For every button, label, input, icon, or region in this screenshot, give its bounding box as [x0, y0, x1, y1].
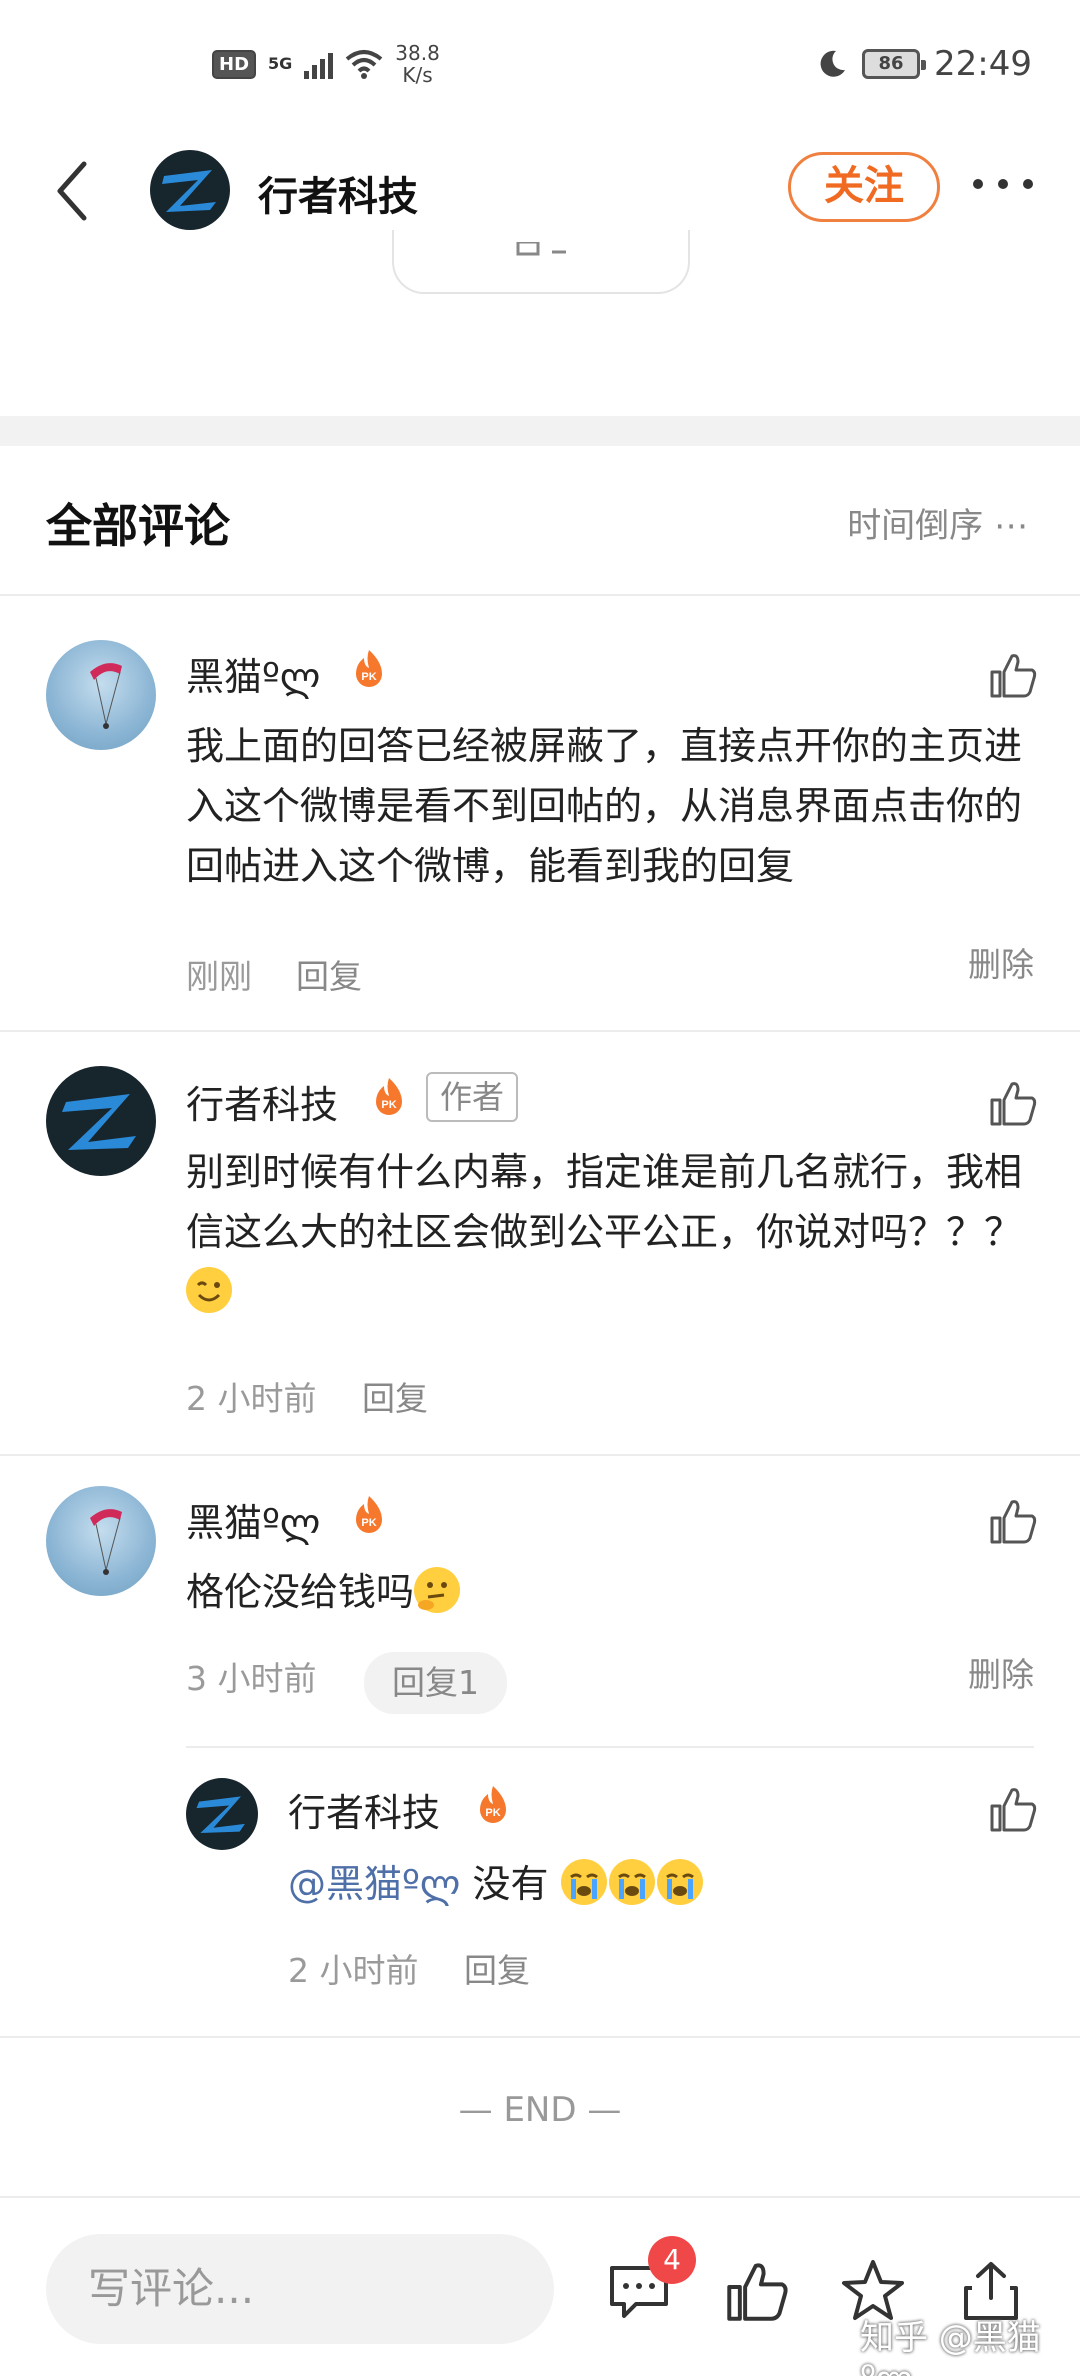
battery-icon: 86: [862, 49, 927, 79]
wink-emoji-icon: [186, 1267, 232, 1313]
avatar[interactable]: [46, 640, 156, 750]
reply-body: 没有: [460, 1862, 549, 1906]
svg-text:PK: PK: [485, 1807, 500, 1819]
comment-username[interactable]: 行者科技: [186, 1074, 338, 1129]
pk-flame-icon: PK: [356, 650, 382, 687]
page-title: 行者科技: [258, 174, 418, 220]
delete-button[interactable]: 删除: [968, 1648, 1034, 1696]
comment-text: 别到时候有什么内幕，指定谁是前几名就行，我相信这么大的社区会做到公平公正，你说对…: [186, 1142, 1026, 1322]
comment-input[interactable]: 写评论...: [46, 2234, 554, 2344]
thumbs-up-icon[interactable]: [988, 1496, 1038, 1546]
section-divider: [0, 416, 1080, 446]
clock: 22:49: [934, 44, 1032, 84]
partial-icon: [516, 242, 566, 256]
comment-item: 黑猫ºლ PK 格伦没给钱吗 3 小时前 回复1 删除 行者科技 PK @黑猫º…: [0, 1456, 1080, 2038]
reply-time: 2 小时前: [288, 1951, 419, 1990]
svg-text:PK: PK: [361, 671, 376, 683]
speed-value: 38.8: [395, 41, 440, 65]
crying-emoji-icon: [656, 1859, 703, 1905]
pk-flame-icon: PK: [376, 1078, 402, 1115]
author-tag: 作者: [426, 1072, 519, 1122]
crying-emoji-icon: [560, 1859, 607, 1905]
status-bar: HD 5G 38.8 K/s 86 22:49: [0, 0, 1080, 130]
wifi-icon: [346, 50, 383, 79]
delete-button[interactable]: 删除: [968, 938, 1034, 986]
comment-username[interactable]: 黑猫ºლ: [186, 1492, 320, 1547]
thumbs-up-icon[interactable]: [988, 1078, 1038, 1128]
thumbs-up-icon[interactable]: [988, 650, 1038, 700]
pk-flame-icon: PK: [356, 1496, 382, 1533]
follow-button[interactable]: 关注: [788, 152, 940, 222]
comment-time: 刚刚: [186, 957, 252, 996]
thinking-emoji-icon: [414, 1567, 461, 1613]
avatar[interactable]: [46, 1066, 156, 1176]
crying-emoji-icon: [608, 1859, 655, 1905]
status-right: 86 22:49: [816, 44, 1032, 84]
comments-title: 全部评论: [46, 499, 230, 553]
network-indicator: 5G: [268, 54, 293, 73]
sort-order-button[interactable]: 时间倒序 ⋯: [847, 498, 1028, 547]
avatar[interactable]: [46, 1486, 156, 1596]
reply-button[interactable]: 回复1: [364, 1652, 507, 1714]
bottom-action-bar: 写评论... 4 知乎 @黑猫ºლ: [0, 2196, 1080, 2376]
hd-indicator: HD: [212, 49, 257, 79]
more-icon[interactable]: [970, 172, 1036, 196]
comment-username[interactable]: 黑猫ºლ: [186, 646, 320, 701]
comment-body: 格伦没给钱吗: [186, 1570, 415, 1614]
paraglider-icon: [90, 1509, 122, 1575]
signal-icon: [304, 49, 334, 79]
brand-logo-icon: [196, 1796, 245, 1833]
comment-text: 我上面的回答已经被屏蔽了，直接点开你的主页进入这个微博是看不到回帖的，从消息界面…: [186, 724, 1023, 888]
comment-count-badge: 4: [648, 2236, 696, 2284]
comment-time: 2 小时前: [186, 1379, 317, 1418]
brand-logo-icon: [62, 1094, 136, 1150]
reply-button[interactable]: 回复: [464, 1944, 530, 1992]
partial-action-button[interactable]: [392, 230, 690, 294]
status-left: HD 5G 38.8 K/s: [212, 42, 440, 86]
brand-logo-icon: [162, 170, 216, 212]
reply-button[interactable]: 回复: [362, 1372, 428, 1420]
svg-text:PK: PK: [381, 1099, 396, 1111]
comments-header: 全部评论 时间倒序 ⋯: [0, 446, 1080, 596]
network-speed: 38.8 K/s: [395, 42, 440, 86]
speed-unit: K/s: [402, 63, 433, 87]
paraglider-icon: [90, 663, 122, 729]
avatar[interactable]: [186, 1778, 258, 1850]
end-marker: — END —: [458, 2090, 622, 2130]
reply-username[interactable]: 行者科技: [288, 1782, 440, 1837]
reply-text: @黑猫ºლ 没有: [288, 1854, 988, 1914]
comment-time: 3 小时前: [186, 1659, 317, 1698]
sub-reply: 行者科技 PK @黑猫ºლ 没有 2 小时前 回复: [186, 1746, 1037, 2036]
watermark: 知乎 @黑猫ºლ: [860, 2318, 1041, 2376]
comment-body: 别到时候有什么内幕，指定谁是前几名就行，我相信这么大的社区会做到公平公正，你说对…: [186, 1150, 1023, 1254]
comment-text: 格伦没给钱吗: [186, 1562, 1026, 1622]
avatar[interactable]: [150, 150, 230, 230]
comment-item: 黑猫ºლ PK 我上面的回答已经被屏蔽了，直接点开你的主页进入这个微博是看不到回…: [0, 598, 1080, 1032]
pk-flame-icon: PK: [480, 1786, 506, 1823]
thumbs-up-icon[interactable]: [724, 2258, 790, 2324]
moon-icon: [820, 50, 846, 77]
reply-button[interactable]: 回复: [296, 950, 362, 998]
mention-link[interactable]: @黑猫ºლ: [288, 1862, 460, 1906]
back-icon[interactable]: [50, 156, 100, 226]
svg-text:PK: PK: [361, 1517, 376, 1529]
thumbs-up-icon[interactable]: [988, 1784, 1038, 1834]
comment-item: 行者科技 PK 作者 别到时候有什么内幕，指定谁是前几名就行，我相信这么大的社区…: [0, 1032, 1080, 1456]
